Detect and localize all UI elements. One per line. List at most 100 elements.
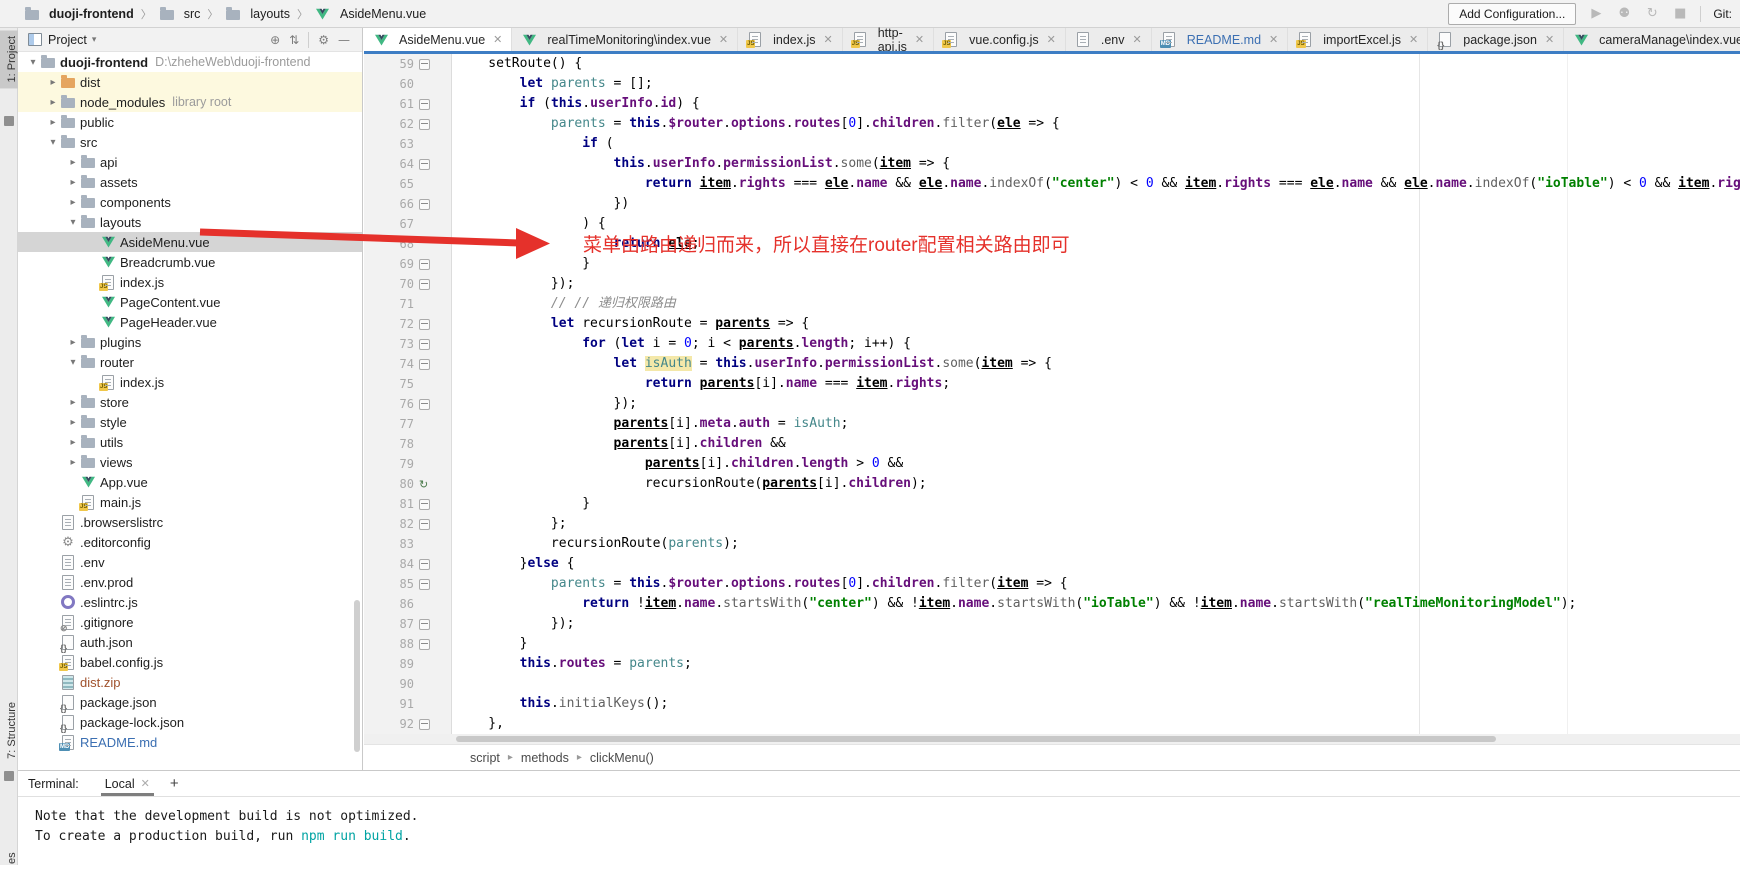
breadcrumb-methods[interactable]: methods: [521, 751, 569, 765]
tree-item-package-lock-json[interactable]: {}package-lock.json: [18, 712, 362, 732]
fold-end-icon[interactable]: [419, 259, 430, 270]
rerun-icon[interactable]: ↻: [1644, 6, 1660, 21]
code-line-86[interactable]: 86 return !item.name.startsWith("center"…: [364, 594, 1740, 614]
chevron-collapsed-icon[interactable]: ▸: [46, 77, 60, 88]
tree-item-duoji-frontend[interactable]: ▾duoji-frontendD:\zheheWeb\duoji-fronten…: [18, 52, 362, 72]
gear-icon[interactable]: ⚙: [318, 33, 329, 47]
code-line-64[interactable]: 64 this.userInfo.permissionList.some(ite…: [364, 154, 1740, 174]
close-icon[interactable]: ✕: [1545, 33, 1554, 46]
code-line-87[interactable]: 87 });: [364, 614, 1740, 634]
fold-start-icon[interactable]: [419, 119, 430, 130]
close-icon[interactable]: ✕: [719, 33, 728, 46]
tool-window-button-project[interactable]: 1: Project: [0, 30, 18, 88]
fold-end-icon[interactable]: [419, 499, 430, 510]
fold-start-icon[interactable]: [419, 339, 430, 350]
close-icon[interactable]: ✕: [141, 777, 150, 790]
code-line-88[interactable]: 88 }: [364, 634, 1740, 654]
tree-item-main-js[interactable]: JSmain.js: [18, 492, 362, 512]
code-line-82[interactable]: 82 };: [364, 514, 1740, 534]
tree-item-api[interactable]: ▸api: [18, 152, 362, 172]
fold-start-icon[interactable]: [419, 579, 430, 590]
tree-item-env[interactable]: .env: [18, 552, 362, 572]
run-icon[interactable]: ▶: [1588, 6, 1604, 21]
chevron-collapsed-icon[interactable]: ▸: [66, 397, 80, 408]
code-line-78[interactable]: 78 parents[i].children &&: [364, 434, 1740, 454]
code-line-89[interactable]: 89 this.routes = parents;: [364, 654, 1740, 674]
stop-icon[interactable]: ■: [1672, 6, 1688, 21]
tree-item-store[interactable]: ▸store: [18, 392, 362, 412]
breadcrumb-script[interactable]: script: [470, 751, 500, 765]
tree-item-router[interactable]: ▾router: [18, 352, 362, 372]
code-line-74[interactable]: 74 let isAuth = this.userInfo.permission…: [364, 354, 1740, 374]
fold-end-icon[interactable]: [419, 719, 430, 730]
tree-item-index-js[interactable]: JSindex.js: [18, 372, 362, 392]
tree-item-eslintrc-js[interactable]: .eslintrc.js: [18, 592, 362, 612]
tree-item-gitignore[interactable]: ⊘.gitignore: [18, 612, 362, 632]
chevron-collapsed-icon[interactable]: ▸: [66, 457, 80, 468]
code-line-77[interactable]: 77 parents[i].meta.auth = isAuth;: [364, 414, 1740, 434]
terminal-output[interactable]: Note that the development build is not o…: [18, 797, 1740, 847]
code-line-76[interactable]: 76 });: [364, 394, 1740, 414]
close-icon[interactable]: ✕: [824, 33, 833, 46]
code-line-65[interactable]: 65 return item.rights === ele.name && el…: [364, 174, 1740, 194]
debug-icon[interactable]: ⚉: [1616, 6, 1632, 21]
close-icon[interactable]: ✕: [1409, 33, 1418, 46]
code-line-71[interactable]: 71 // // 递归权限路由: [364, 294, 1740, 314]
fold-start-icon[interactable]: [419, 319, 430, 330]
code-line-75[interactable]: 75 return parents[i].name === item.right…: [364, 374, 1740, 394]
tree-item-babel-config-js[interactable]: JSbabel.config.js: [18, 652, 362, 672]
code-line-80[interactable]: 80↻ recursionRoute(parents[i].children);: [364, 474, 1740, 494]
editor-tab-env[interactable]: .env✕: [1066, 28, 1152, 51]
add-configuration-button[interactable]: Add Configuration...: [1448, 3, 1576, 25]
tree-item-readme-md[interactable]: MDREADME.md: [18, 732, 362, 752]
chevron-collapsed-icon[interactable]: ▸: [66, 197, 80, 208]
chevron-expanded-icon[interactable]: ▾: [66, 217, 80, 228]
code-line-85[interactable]: 85 parents = this.$router.options.routes…: [364, 574, 1740, 594]
code-line-79[interactable]: 79 parents[i].children.length > 0 &&: [364, 454, 1740, 474]
editor-tab-vue-config-js[interactable]: JSvue.config.js✕: [934, 28, 1066, 51]
breadcrumb-item-layouts[interactable]: layouts: [225, 7, 290, 21]
fold-end-icon[interactable]: [419, 279, 430, 290]
tree-item-editorconfig[interactable]: ⚙.editorconfig: [18, 532, 362, 552]
breadcrumb-item-duoji-frontend[interactable]: duoji-frontend: [24, 7, 134, 21]
code-line-84[interactable]: 84 }else {: [364, 554, 1740, 574]
fold-start-icon[interactable]: [419, 99, 430, 110]
editor-tab-asidemenu-vue[interactable]: AsideMenu.vue✕: [364, 28, 512, 51]
tree-scrollbar[interactable]: [354, 600, 360, 752]
editor-tab-index-js[interactable]: JSindex.js✕: [738, 28, 843, 51]
tree-item-dist[interactable]: ▸dist: [18, 72, 362, 92]
fold-end-icon[interactable]: [419, 619, 430, 630]
chevron-expanded-icon[interactable]: ▾: [26, 57, 40, 68]
chevron-expanded-icon[interactable]: ▾: [46, 137, 60, 148]
editor-tab-realtimemonitoring-index-vue[interactable]: realTimeMonitoring\index.vue✕: [512, 28, 738, 51]
tree-item-env-prod[interactable]: .env.prod: [18, 572, 362, 592]
fold-start-icon[interactable]: [419, 559, 430, 570]
close-icon[interactable]: ✕: [915, 33, 924, 46]
chevron-collapsed-icon[interactable]: ▸: [66, 157, 80, 168]
code-line-91[interactable]: 91 this.initialKeys();: [364, 694, 1740, 714]
terminal-tab-local[interactable]: Local ✕: [97, 773, 158, 795]
new-terminal-icon[interactable]: +: [162, 775, 187, 792]
chevron-down-icon[interactable]: ▾: [92, 35, 97, 45]
fold-end-icon[interactable]: [419, 639, 430, 650]
breadcrumb-item-asidemenu-vue[interactable]: AsideMenu.vue: [315, 7, 426, 21]
tree-item-style[interactable]: ▸style: [18, 412, 362, 432]
tree-item-app-vue[interactable]: App.vue: [18, 472, 362, 492]
tree-item-breadcrumb-vue[interactable]: Breadcrumb.vue: [18, 252, 362, 272]
hide-panel-icon[interactable]: —: [338, 33, 350, 47]
fold-end-icon[interactable]: [419, 199, 430, 210]
code-line-81[interactable]: 81 }: [364, 494, 1740, 514]
tree-item-assets[interactable]: ▸assets: [18, 172, 362, 192]
fold-start-icon[interactable]: [419, 59, 430, 70]
chevron-expanded-icon[interactable]: ▾: [66, 357, 80, 368]
fold-end-icon[interactable]: [419, 399, 430, 410]
close-icon[interactable]: ✕: [1132, 33, 1141, 46]
tree-item-browserslistrc[interactable]: .browserslistrc: [18, 512, 362, 532]
code-line-92[interactable]: 92 },: [364, 714, 1740, 734]
code-line-66[interactable]: 66 }): [364, 194, 1740, 214]
code-line-60[interactable]: 60 let parents = [];: [364, 74, 1740, 94]
code-line-70[interactable]: 70 });: [364, 274, 1740, 294]
tree-item-asidemenu-vue[interactable]: AsideMenu.vue: [18, 232, 362, 252]
tree-item-node-modules[interactable]: ▸node_moduleslibrary root: [18, 92, 362, 112]
chevron-collapsed-icon[interactable]: ▸: [66, 437, 80, 448]
